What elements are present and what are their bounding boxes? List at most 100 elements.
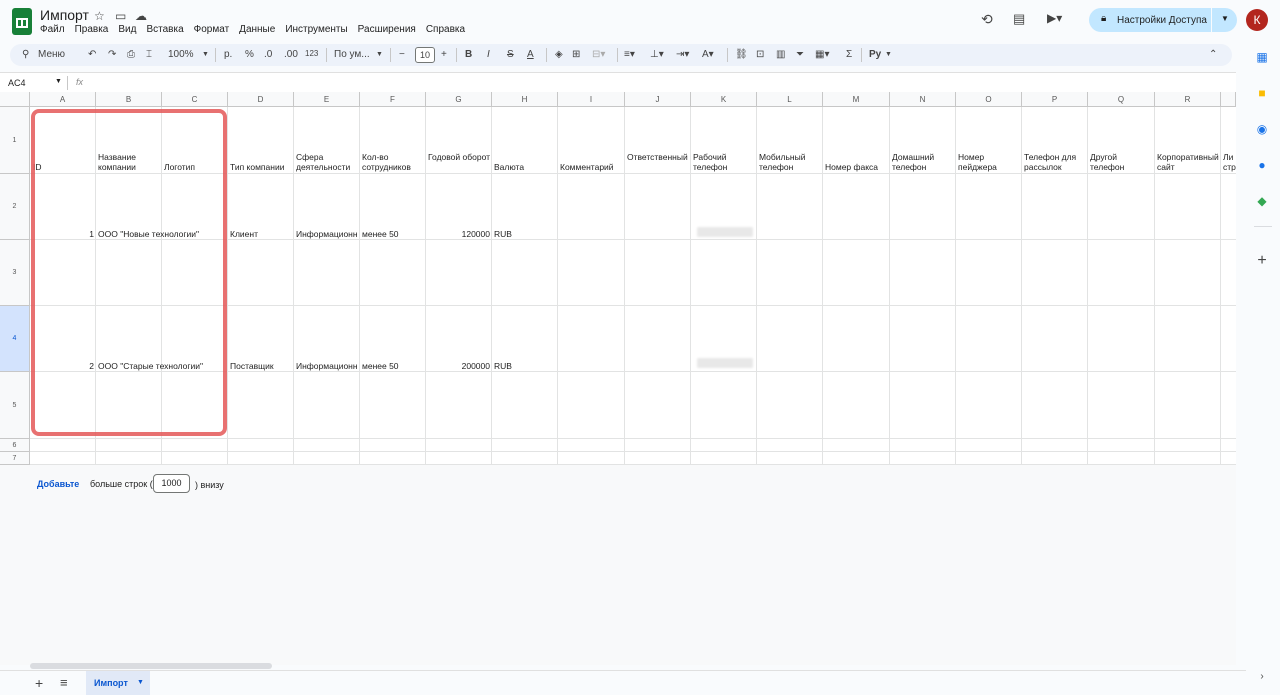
insert-chart-icon[interactable]: ▥: [776, 49, 785, 60]
all-sheets-icon[interactable]: ≡: [60, 675, 68, 690]
chevron-down-icon[interactable]: ▼: [376, 51, 383, 58]
font-size-input[interactable]: 10: [415, 47, 435, 63]
cell-sphere[interactable]: Информационн: [296, 229, 359, 239]
cell-company-type[interactable]: Клиент: [230, 229, 292, 239]
column-header[interactable]: F: [360, 92, 426, 107]
sheets-logo-icon[interactable]: [12, 8, 32, 35]
more-formats-button[interactable]: 123: [305, 49, 318, 58]
chevron-down-icon[interactable]: ▼: [137, 671, 144, 695]
menu-insert[interactable]: Вставка: [146, 24, 183, 35]
column-header[interactable]: R: [1155, 92, 1221, 107]
font-size-decrease-button[interactable]: −: [399, 49, 405, 60]
sheet-tab-import[interactable]: Импорт ▼: [86, 671, 150, 695]
star-icon[interactable]: ☆: [94, 9, 105, 23]
select-all-corner[interactable]: [0, 92, 30, 107]
percent-button[interactable]: %: [245, 49, 254, 60]
cell-employees[interactable]: менее 50: [362, 229, 424, 239]
column-header[interactable]: I: [558, 92, 625, 107]
filter-views-icon[interactable]: ▦▾: [815, 49, 829, 60]
avatar[interactable]: К: [1246, 9, 1268, 31]
fill-color-icon[interactable]: ◈: [555, 49, 563, 60]
add-rows-button[interactable]: Добавьте: [37, 479, 79, 489]
header-cell[interactable]: Годовой оборот: [428, 152, 490, 162]
borders-icon[interactable]: ⊞: [572, 49, 580, 60]
menu-tools[interactable]: Инструменты: [285, 24, 347, 35]
menu-data[interactable]: Данные: [239, 24, 275, 35]
header-cell[interactable]: Мобильный телефон: [759, 152, 821, 172]
decrease-decimal-button[interactable]: .0: [264, 49, 272, 60]
menu-search[interactable]: Меню: [38, 49, 65, 60]
functions-button[interactable]: Σ: [846, 49, 852, 60]
column-header[interactable]: L: [757, 92, 823, 107]
cell-employees[interactable]: менее 50: [362, 361, 424, 371]
italic-button[interactable]: I: [487, 49, 490, 60]
paint-format-icon[interactable]: ⌶: [146, 49, 152, 60]
horizontal-scrollbar[interactable]: [30, 663, 272, 669]
keep-icon[interactable]: ■: [1255, 86, 1269, 100]
header-cell[interactable]: Кол-во сотрудников: [362, 152, 424, 172]
header-cell[interactable]: Тип компании: [230, 162, 292, 172]
header-cell[interactable]: Домашний телефон: [892, 152, 954, 172]
menu-edit[interactable]: Правка: [75, 24, 109, 35]
header-cell[interactable]: Телефон для рассылок: [1024, 152, 1086, 172]
insert-comment-icon[interactable]: ⊡: [756, 49, 764, 60]
chevron-down-icon[interactable]: ▼: [885, 51, 892, 58]
cell-currency[interactable]: RUB: [494, 361, 556, 371]
cell-company-type[interactable]: Поставщик: [230, 361, 292, 371]
zoom-select[interactable]: 100%: [168, 49, 194, 60]
add-addon-icon[interactable]: +: [1255, 253, 1269, 269]
row-header[interactable]: 1: [0, 107, 30, 174]
chevron-down-icon[interactable]: ▼: [202, 51, 209, 58]
input-tools-button[interactable]: Ру: [869, 49, 881, 60]
header-cell[interactable]: Рабочий телефон: [693, 152, 755, 172]
print-icon[interactable]: ⎙: [127, 49, 135, 60]
menu-extensions[interactable]: Расширения: [358, 24, 416, 35]
calendar-icon[interactable]: ▦: [1255, 50, 1269, 64]
chevron-down-icon[interactable]: ▼: [1221, 14, 1229, 23]
column-header[interactable]: A: [30, 92, 96, 107]
currency-button[interactable]: р.: [224, 49, 232, 60]
column-header[interactable]: P: [1022, 92, 1088, 107]
column-header[interactable]: Q: [1088, 92, 1155, 107]
merge-cells-icon[interactable]: ⊟▾: [592, 49, 605, 60]
cell-turnover[interactable]: 200000: [428, 361, 490, 371]
comment-icon[interactable]: ▤: [1013, 11, 1025, 27]
tasks-icon[interactable]: ◉: [1255, 122, 1269, 136]
chevron-down-icon[interactable]: ▼: [55, 78, 62, 85]
cloud-icon[interactable]: ☁: [135, 9, 147, 23]
cell-turnover[interactable]: 120000: [428, 229, 490, 239]
name-box[interactable]: AC4: [8, 78, 26, 88]
row-header[interactable]: 7: [0, 452, 30, 465]
video-call-icon[interactable]: ▶▾: [1047, 11, 1062, 25]
collapse-toolbar-icon[interactable]: ⌃: [1209, 49, 1217, 60]
collapse-side-panel-icon[interactable]: ›: [1255, 670, 1269, 684]
menu-help[interactable]: Справка: [426, 24, 465, 35]
font-size-increase-button[interactable]: +: [441, 49, 447, 60]
vertical-align-icon[interactable]: ⊥▾: [650, 49, 664, 60]
maps-icon[interactable]: ◆: [1255, 194, 1269, 208]
add-rows-count-input[interactable]: 1000: [153, 474, 190, 493]
header-cell[interactable]: Другой телефон: [1090, 152, 1153, 172]
bold-button[interactable]: B: [465, 49, 472, 60]
search-icon[interactable]: ⚲: [22, 49, 29, 60]
header-cell[interactable]: Сфера деятельности: [296, 152, 358, 172]
header-cell[interactable]: Ли стр: [1223, 152, 1236, 172]
history-icon[interactable]: ⟲: [981, 11, 993, 28]
menu-file[interactable]: Файл: [40, 24, 65, 35]
header-cell[interactable]: Комментарий: [560, 162, 623, 172]
formula-input[interactable]: [95, 75, 1225, 91]
document-title[interactable]: Импорт: [40, 7, 89, 23]
header-cell[interactable]: Номер пейджера: [958, 152, 1020, 172]
undo-icon[interactable]: ↶: [88, 49, 96, 60]
strikethrough-button[interactable]: S: [507, 49, 514, 60]
redo-icon[interactable]: ↷: [108, 49, 116, 60]
cell-sphere[interactable]: Информационн: [296, 361, 359, 371]
column-header[interactable]: O: [956, 92, 1022, 107]
header-cell[interactable]: Ответственный: [627, 152, 689, 162]
row-header[interactable]: 3: [0, 240, 30, 306]
column-header[interactable]: B: [96, 92, 162, 107]
filter-icon[interactable]: ⏷: [796, 49, 804, 60]
cell-currency[interactable]: RUB: [494, 229, 556, 239]
column-header[interactable]: G: [426, 92, 492, 107]
link-icon[interactable]: ⛓: [735, 49, 748, 60]
